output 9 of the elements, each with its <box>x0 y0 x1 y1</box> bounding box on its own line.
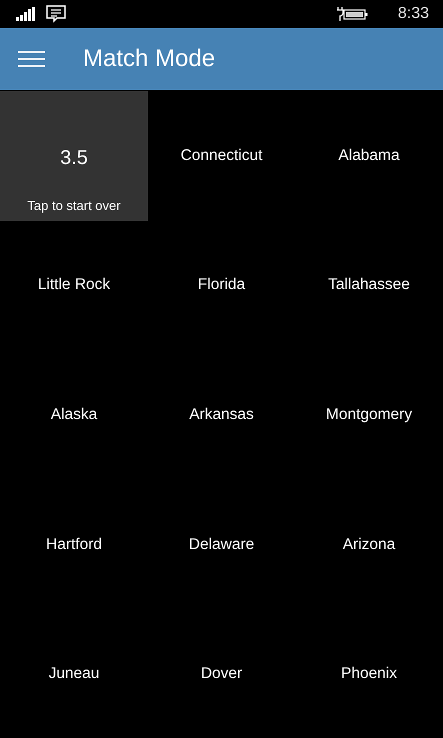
message-icon <box>46 5 66 23</box>
clock-time: 8:33 <box>398 5 429 23</box>
signal-icon <box>16 7 36 21</box>
menu-button[interactable] <box>18 51 45 67</box>
restart-tile[interactable]: 3.5 Tap to start over <box>0 91 148 221</box>
battery-charging-icon <box>336 6 368 22</box>
timer-value: 3.5 <box>60 147 88 170</box>
restart-caption: Tap to start over <box>26 198 122 213</box>
page-title: Match Mode <box>83 45 216 73</box>
